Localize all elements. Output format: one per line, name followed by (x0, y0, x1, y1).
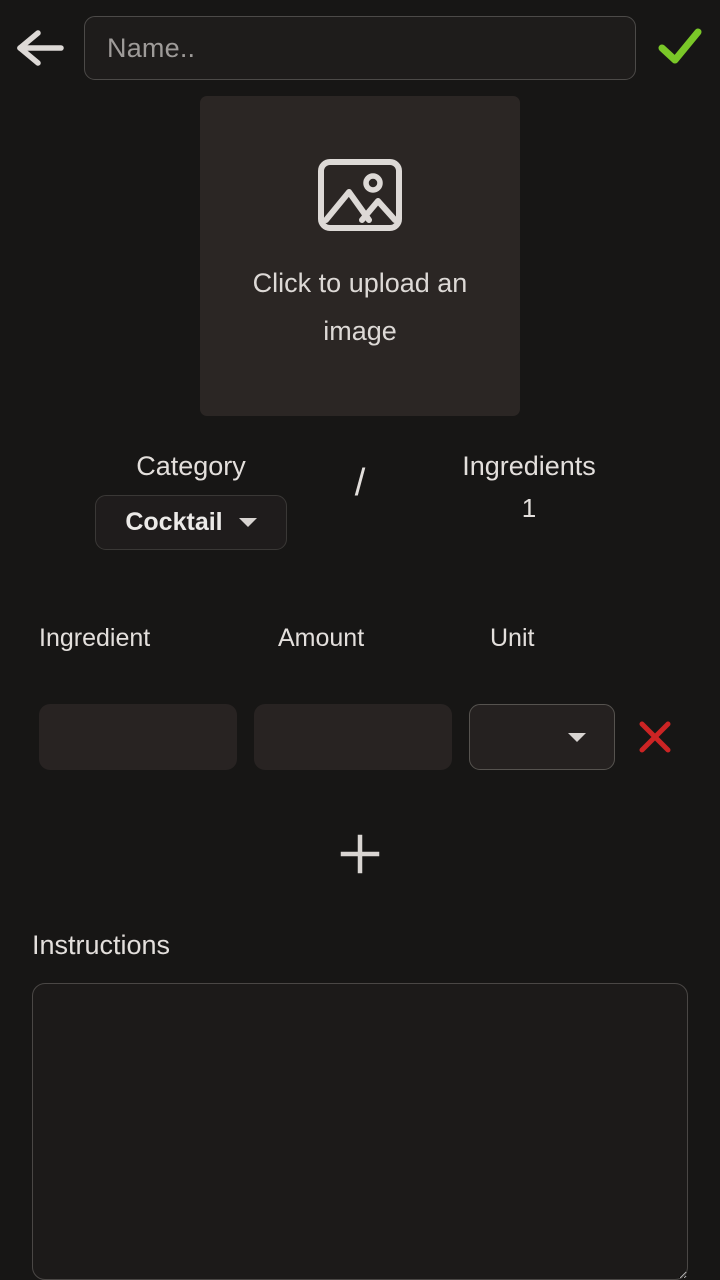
recipe-name-input[interactable]: Name.. (84, 16, 636, 80)
instructions-textarea[interactable] (32, 983, 688, 1280)
ingredient-amount-input[interactable] (254, 704, 452, 770)
category-selected-value: Cocktail (125, 508, 223, 536)
chevron-down-icon (238, 518, 257, 527)
image-upload-dropzone[interactable]: Click to upload an image (200, 96, 520, 416)
arrow-left-icon (14, 26, 66, 70)
ingredients-label: Ingredients (462, 451, 596, 481)
image-upload-label: Click to upload an image (252, 267, 468, 346)
add-ingredient-button[interactable] (330, 826, 390, 886)
ingredient-unit-dropdown[interactable] (469, 704, 615, 770)
header-ingredient: Ingredient (39, 624, 151, 652)
ingredients-count: 1 (521, 493, 537, 523)
ingredients-count-group: Ingredients 1 (378, 446, 680, 530)
remove-ingredient-button[interactable] (634, 718, 676, 760)
ingredient-table-headers: Ingredient Amount Unit (0, 616, 720, 660)
recipe-name-placeholder: Name.. (107, 32, 196, 63)
top-bar: Name.. (0, 0, 720, 96)
header-amount: Amount (278, 624, 365, 652)
category-group: Category Cocktail (40, 446, 342, 550)
chevron-down-icon (568, 732, 586, 742)
check-icon (654, 22, 706, 75)
category-label: Category (136, 451, 246, 481)
plus-icon (339, 833, 381, 880)
back-button[interactable] (0, 0, 80, 96)
meta-separator: / (354, 462, 366, 504)
ingredient-row (0, 704, 720, 770)
ingredient-name-input[interactable] (39, 704, 237, 770)
confirm-save-button[interactable] (640, 0, 720, 96)
close-x-icon (635, 717, 675, 762)
image-placeholder-icon (317, 158, 403, 237)
recipe-editor-screen: Name.. Click to upload an image Category (0, 0, 720, 1280)
category-dropdown[interactable]: Cocktail (95, 495, 287, 550)
instructions-label: Instructions (32, 930, 171, 960)
header-unit: Unit (490, 624, 535, 652)
meta-row: Category Cocktail / Ingredients 1 (0, 446, 720, 562)
